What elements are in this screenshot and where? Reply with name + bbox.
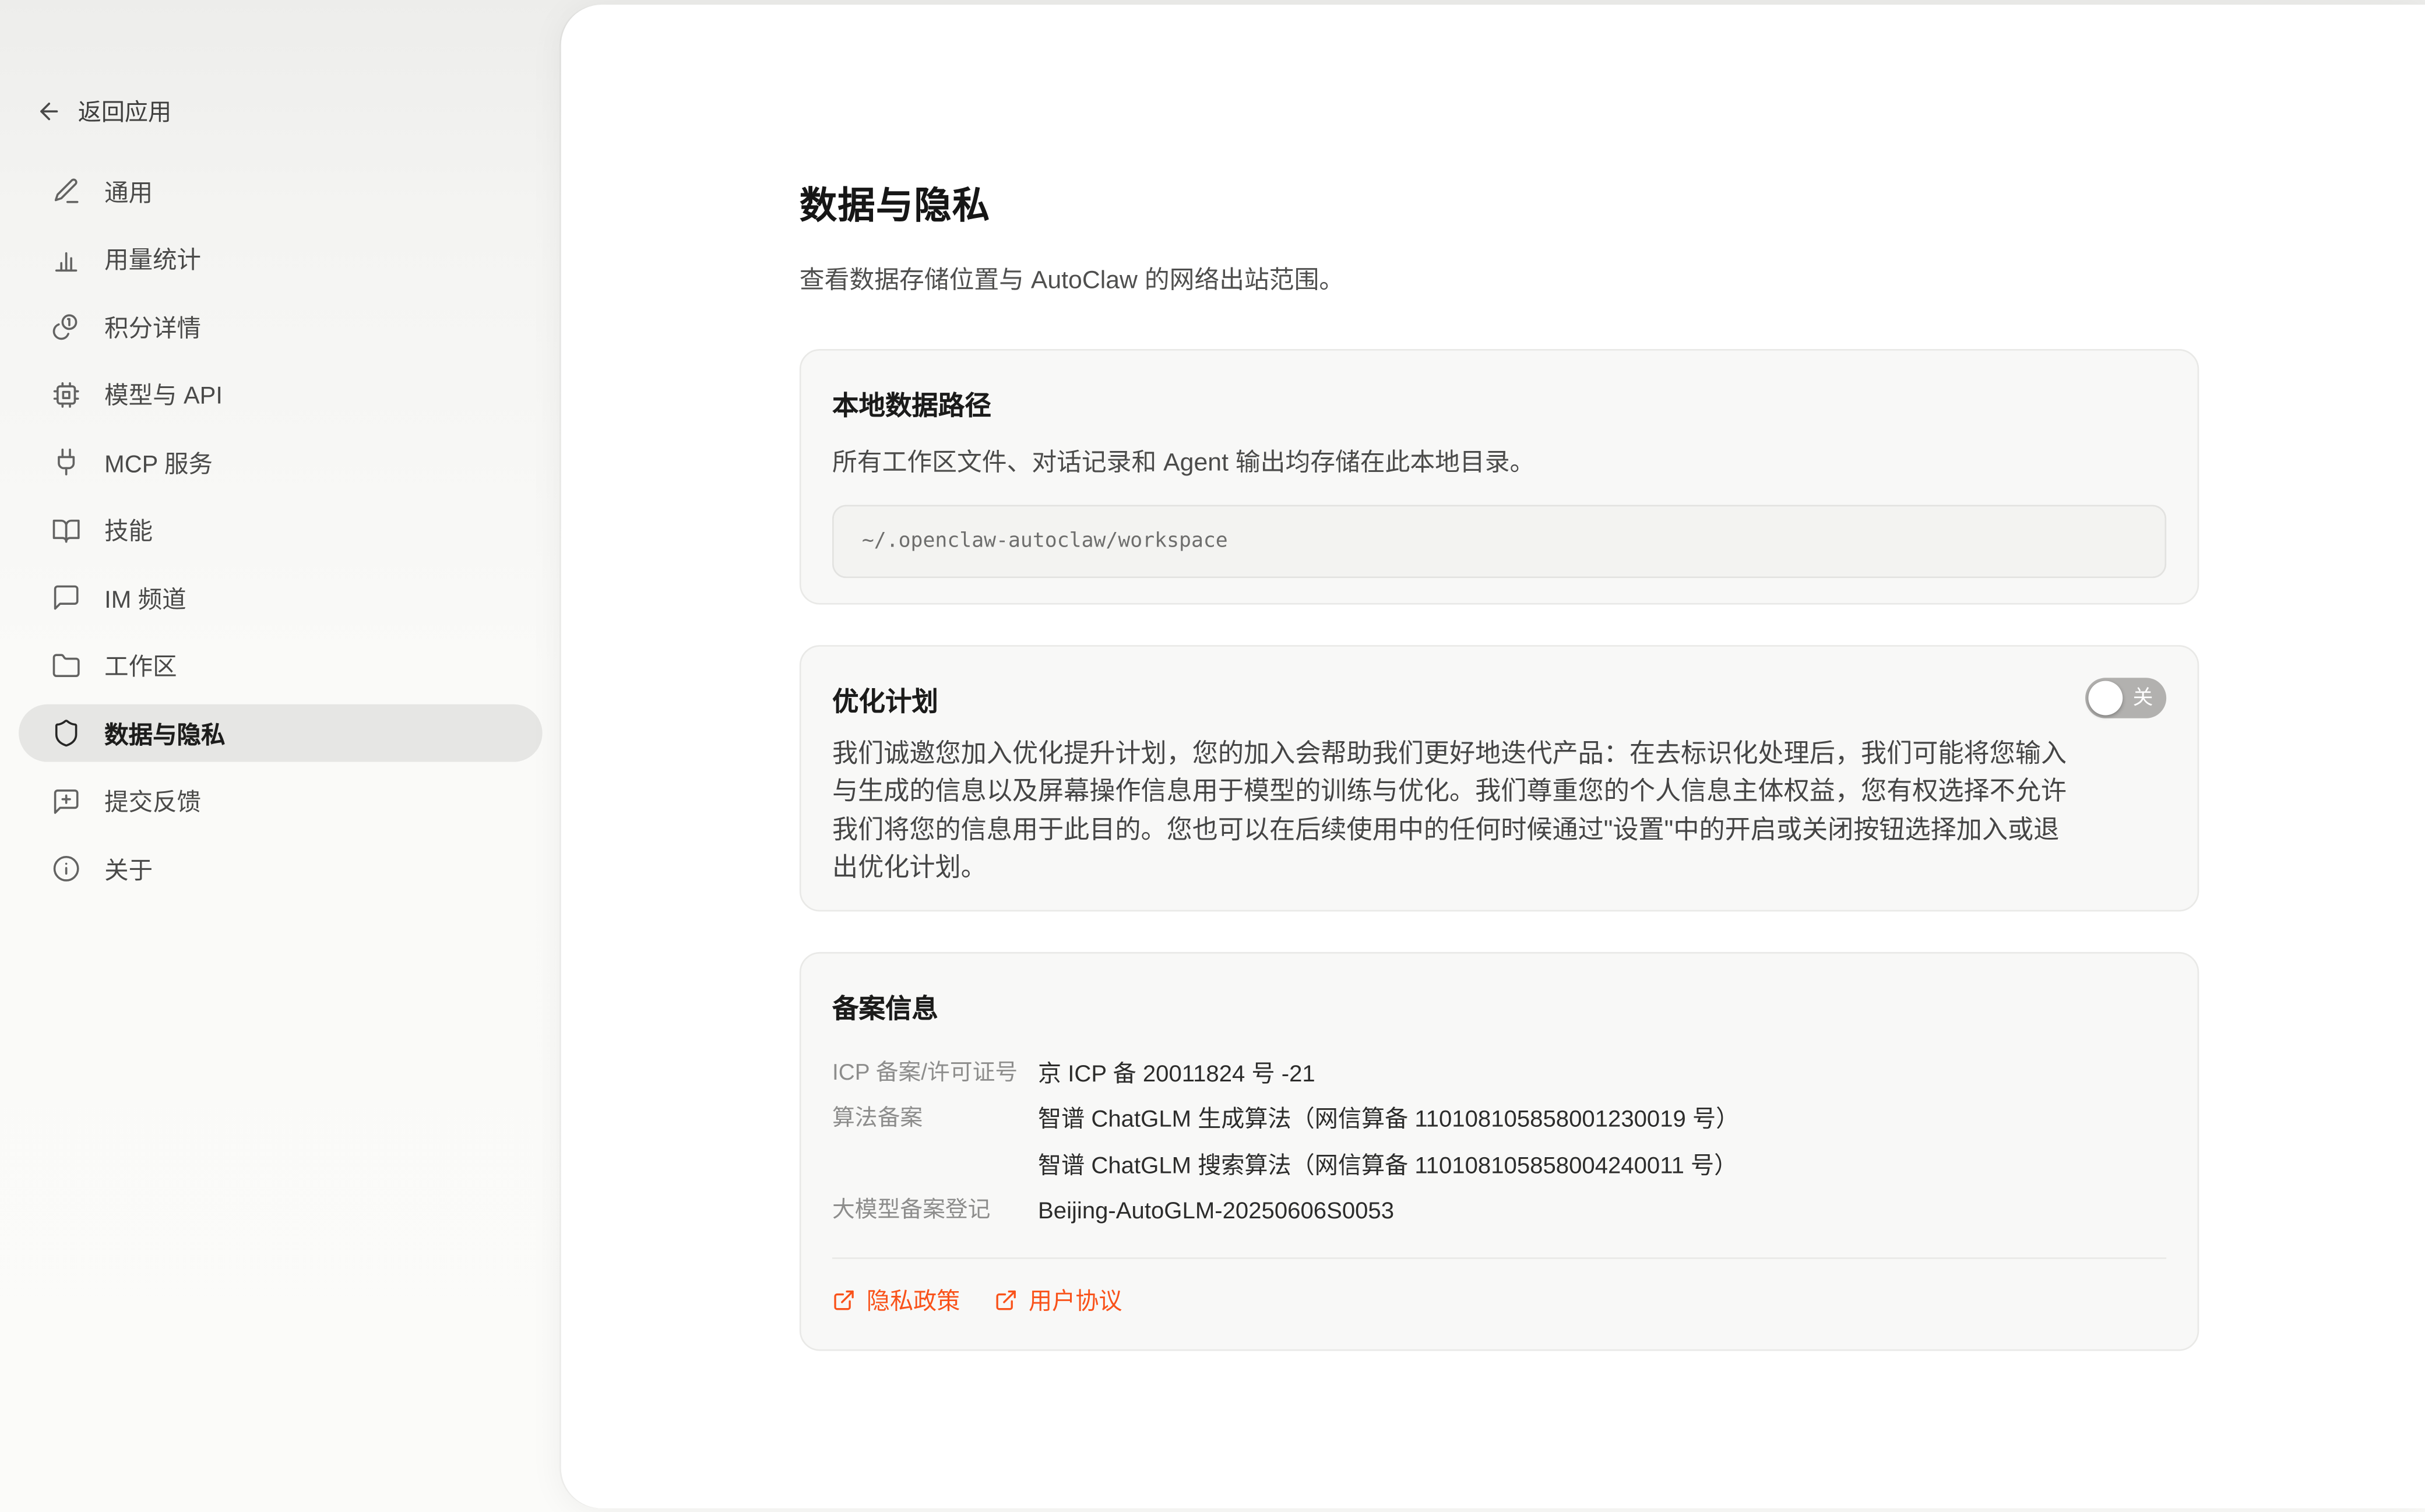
shield-icon bbox=[51, 718, 81, 748]
page-title: 数据与隐私 bbox=[800, 175, 2199, 230]
external-link-icon bbox=[994, 1288, 1018, 1312]
user-agreement-link[interactable]: 用户协议 bbox=[994, 1284, 1122, 1316]
coins-icon bbox=[51, 312, 81, 341]
filing-row-label: ICP 备案/许可证号 bbox=[832, 1051, 1038, 1097]
local-data-path-card: 本地数据路径 所有工作区文件、对话记录和 Agent 输出均存储在此本地目录。 … bbox=[800, 349, 2199, 605]
sidebar-item-mcp-services[interactable]: MCP 服务 bbox=[19, 433, 543, 491]
privacy-policy-label: 隐私政策 bbox=[867, 1284, 960, 1316]
external-link-icon bbox=[832, 1288, 856, 1312]
data-privacy-content: 数据与隐私 查看数据存储位置与 AutoClaw 的网络出站范围。 本地数据路径… bbox=[800, 5, 2199, 1351]
message-square-icon bbox=[51, 583, 81, 612]
plug-icon bbox=[51, 447, 81, 477]
sidebar-item-about[interactable]: 关于 bbox=[19, 840, 543, 897]
optimization-plan-toggle[interactable]: 关 bbox=[2085, 678, 2166, 718]
local-data-path-description: 所有工作区文件、对话记录和 Agent 输出均存储在此本地目录。 bbox=[832, 441, 2166, 478]
sidebar-item-label: 技能 bbox=[104, 513, 153, 547]
sidebar-nav: 通用 用量统计 积分详情 模型与 API MCP 服务 技能 bbox=[0, 162, 561, 897]
sidebar-item-skills[interactable]: 技能 bbox=[19, 501, 543, 559]
bar-chart-icon bbox=[51, 244, 81, 274]
filing-row-llm-registration: 大模型备案登记 Beijing-AutoGLM-20250606S0053 bbox=[832, 1189, 2166, 1235]
sidebar-item-feedback[interactable]: 提交反馈 bbox=[19, 772, 543, 830]
book-open-icon bbox=[51, 515, 81, 545]
local-data-path-title: 本地数据路径 bbox=[832, 383, 2166, 422]
filing-rows: ICP 备案/许可证号 京 ICP 备 20011824 号 -21 算法备案 … bbox=[832, 1051, 2166, 1235]
sidebar-item-general[interactable]: 通用 bbox=[19, 162, 543, 220]
settings-sidebar: 返回应用 通用 用量统计 积分详情 模型与 API MCP 服务 bbox=[0, 0, 561, 1512]
optimization-plan-card: 优化计划 关 我们诚邀您加入优化提升计划，您的加入会帮助我们更好地迭代产品：在去… bbox=[800, 645, 2199, 911]
folder-icon bbox=[51, 650, 81, 680]
policy-links-row: 隐私政策 用户协议 bbox=[832, 1284, 2166, 1316]
sidebar-item-data-privacy[interactable]: 数据与隐私 bbox=[19, 704, 543, 762]
sidebar-item-label: IM 频道 bbox=[104, 580, 186, 615]
sidebar-item-credits[interactable]: 积分详情 bbox=[19, 298, 543, 355]
arrow-left-icon bbox=[36, 97, 62, 124]
filing-row-icp: ICP 备案/许可证号 京 ICP 备 20011824 号 -21 bbox=[832, 1051, 2166, 1097]
sidebar-item-label: MCP 服务 bbox=[104, 445, 213, 479]
sidebar-item-label: 积分详情 bbox=[104, 309, 201, 344]
back-to-app-label: 返回应用 bbox=[78, 94, 171, 127]
user-agreement-label: 用户协议 bbox=[1029, 1284, 1122, 1316]
filing-row-value: Beijing-AutoGLM-20250606S0053 bbox=[1038, 1189, 1394, 1235]
filing-row-algorithm: 算法备案 智谱 ChatGLM 生成算法（网信算备 11010810585800… bbox=[832, 1097, 2166, 1189]
sidebar-item-label: 数据与隐私 bbox=[104, 716, 225, 750]
sidebar-item-label: 关于 bbox=[104, 851, 153, 886]
sidebar-item-label: 提交反馈 bbox=[104, 784, 201, 818]
filing-info-title: 备案信息 bbox=[832, 986, 2166, 1025]
sidebar-item-usage-stats[interactable]: 用量统计 bbox=[19, 230, 543, 287]
sidebar-item-label: 工作区 bbox=[104, 648, 177, 682]
filing-row-label: 算法备案 bbox=[832, 1097, 1038, 1189]
pen-icon bbox=[51, 176, 81, 206]
info-icon bbox=[51, 854, 81, 883]
page-subtitle: 查看数据存储位置与 AutoClaw 的网络出站范围。 bbox=[800, 259, 2199, 296]
local-data-path-field[interactable]: ~/.openclaw-autoclaw/workspace bbox=[832, 505, 2166, 578]
filing-divider bbox=[832, 1257, 2166, 1259]
sidebar-item-workspace[interactable]: 工作区 bbox=[19, 636, 543, 694]
sidebar-item-label: 模型与 API bbox=[104, 377, 223, 411]
cpu-icon bbox=[51, 379, 81, 409]
privacy-policy-link[interactable]: 隐私政策 bbox=[832, 1284, 960, 1316]
optimization-plan-body: 我们诚邀您加入优化提升计划，您的加入会帮助我们更好地迭代产品：在去标识化处理后，… bbox=[832, 735, 2067, 887]
back-to-app-button[interactable]: 返回应用 bbox=[36, 89, 561, 132]
optimization-plan-title: 优化计划 bbox=[832, 679, 2166, 718]
filing-row-value: 智谱 ChatGLM 搜索算法（网信算备 1101081058580042400… bbox=[1038, 1143, 1739, 1189]
filing-info-card: 备案信息 ICP 备案/许可证号 京 ICP 备 20011824 号 -21 … bbox=[800, 951, 2199, 1351]
filing-row-label: 大模型备案登记 bbox=[832, 1189, 1038, 1235]
sidebar-item-im-channels[interactable]: IM 频道 bbox=[19, 569, 543, 626]
sidebar-item-models-api[interactable]: 模型与 API bbox=[19, 365, 543, 423]
app-window: 返回应用 通用 用量统计 积分详情 模型与 API MCP 服务 bbox=[0, 0, 2425, 1512]
filing-row-value: 智谱 ChatGLM 生成算法（网信算备 1101081058580012300… bbox=[1038, 1097, 1739, 1143]
message-plus-icon bbox=[51, 786, 81, 816]
sidebar-item-label: 通用 bbox=[104, 174, 153, 208]
toggle-knob bbox=[2088, 681, 2123, 716]
settings-main-panel: 数据与隐私 查看数据存储位置与 AutoClaw 的网络出站范围。 本地数据路径… bbox=[561, 5, 2425, 1508]
filing-row-value: 京 ICP 备 20011824 号 -21 bbox=[1038, 1051, 1315, 1097]
toggle-state-label: 关 bbox=[2133, 678, 2153, 718]
sidebar-item-label: 用量统计 bbox=[104, 242, 201, 276]
